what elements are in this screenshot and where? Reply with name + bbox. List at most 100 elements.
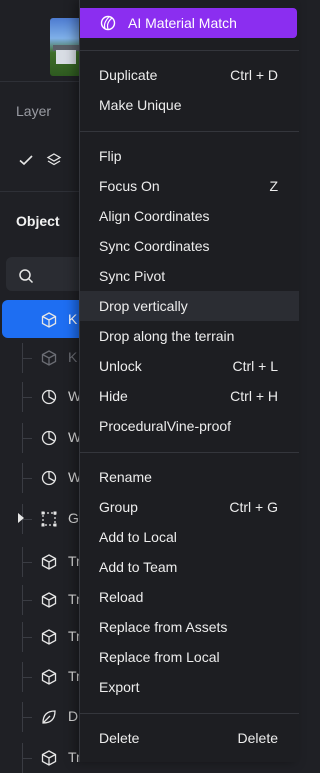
context-menu: AI Material Match Duplicate Ctrl + D Make … xyxy=(79,0,299,762)
tree-row[interactable]: Tr xyxy=(0,585,81,615)
tree-guide xyxy=(22,438,32,439)
tree-guide xyxy=(22,637,32,638)
pie-icon xyxy=(41,389,57,405)
tree-guide xyxy=(22,397,32,398)
tree-row[interactable]: Tr xyxy=(0,547,81,577)
menu-item-label: Drop vertically xyxy=(99,298,188,314)
tree-row-label: K xyxy=(68,349,78,365)
menu-separator xyxy=(80,131,299,132)
tree-guide xyxy=(22,758,32,759)
scene-thumbnail[interactable] xyxy=(50,18,82,76)
cube-icon xyxy=(41,554,57,570)
menu-item-replace-from-local[interactable]: Replace from Local xyxy=(80,642,299,672)
ai-material-match-button[interactable]: AI Material Match xyxy=(80,8,297,38)
menu-item-shortcut: Delete xyxy=(237,730,278,746)
tree-guide xyxy=(22,717,32,718)
menu-item-delete[interactable]: Delete Delete xyxy=(80,723,299,753)
tree-guide xyxy=(22,358,32,359)
menu-separator xyxy=(80,713,299,714)
menu-item-shortcut: Ctrl + L xyxy=(232,358,278,374)
menu-item-label: Group xyxy=(99,499,138,515)
menu-item-label: Export xyxy=(99,679,140,695)
cube-icon xyxy=(41,350,57,366)
menu-item-add-to-local[interactable]: Add to Local xyxy=(80,522,299,552)
menu-item-label: Delete xyxy=(99,730,140,746)
menu-item-label: Make Unique xyxy=(99,97,182,113)
divider xyxy=(0,81,80,82)
expand-arrow-icon[interactable] xyxy=(18,513,24,523)
menu-separator xyxy=(80,452,299,453)
tree-row[interactable]: W xyxy=(0,463,81,493)
menu-item-label: Sync Coordinates xyxy=(99,238,210,254)
menu-item-shortcut: Ctrl + H xyxy=(230,388,278,404)
menu-item-reload[interactable]: Reload xyxy=(80,582,299,612)
pie-icon xyxy=(41,430,57,446)
tree-row[interactable]: K xyxy=(0,343,80,373)
tree-row[interactable]: D xyxy=(0,702,80,732)
tree-row[interactable]: Tr xyxy=(0,743,81,773)
menu-item-drop-vertically[interactable]: Drop vertically xyxy=(80,291,299,321)
menu-item-label: Duplicate xyxy=(99,67,158,83)
tree-guide xyxy=(22,478,32,479)
tree-row[interactable]: K xyxy=(0,305,80,335)
check-icon[interactable] xyxy=(18,152,34,168)
menu-item-label: Align Coordinates xyxy=(99,208,210,224)
menu-item-sync-pivot[interactable]: Sync Pivot xyxy=(80,261,299,291)
layer-section-title: Layer xyxy=(16,103,52,119)
cube-icon xyxy=(41,312,57,328)
menu-item-export[interactable]: Export xyxy=(80,672,299,702)
menu-item-label: Drop along the terrain xyxy=(99,328,235,344)
menu-item-shortcut: Ctrl + D xyxy=(230,67,278,83)
menu-item-label: Sync Pivot xyxy=(99,268,166,284)
tree-guide xyxy=(22,562,32,563)
tree-row[interactable]: Tr xyxy=(0,622,81,652)
cube-icon xyxy=(41,592,57,608)
menu-item-shortcut: Ctrl + G xyxy=(229,499,278,515)
menu-item-label: Focus On xyxy=(99,178,160,194)
group-icon xyxy=(41,511,57,527)
menu-item-unlock[interactable]: Unlock Ctrl + L xyxy=(80,351,299,381)
menu-item-replace-from-assets[interactable]: Replace from Assets xyxy=(80,612,299,642)
cube-icon xyxy=(41,629,57,645)
menu-item-flip[interactable]: Flip xyxy=(80,141,299,171)
menu-item-hide[interactable]: Hide Ctrl + H xyxy=(80,381,299,411)
menu-item-label: Add to Team xyxy=(99,559,178,575)
menu-item-group[interactable]: Group Ctrl + G xyxy=(80,492,299,522)
menu-item-shortcut: Z xyxy=(269,178,278,194)
tree-row-label: K xyxy=(68,311,78,327)
menu-item-make-unique[interactable]: Make Unique xyxy=(80,90,299,120)
menu-item-proceduralvine-proof[interactable]: ProceduralVine-proof xyxy=(80,411,299,441)
menu-item-sync-coordinates[interactable]: Sync Coordinates xyxy=(80,231,299,261)
menu-item-add-to-team[interactable]: Add to Team xyxy=(80,552,299,582)
search-icon xyxy=(19,269,34,284)
menu-item-rename[interactable]: Rename xyxy=(80,462,299,492)
menu-item-label: Add to Local xyxy=(99,529,177,545)
divider xyxy=(0,191,80,192)
tree-guide xyxy=(22,600,32,601)
menu-item-label: Hide xyxy=(99,388,128,404)
tree-guide xyxy=(22,677,32,678)
menu-item-align-coordinates[interactable]: Align Coordinates xyxy=(80,201,299,231)
ai-sphere-icon xyxy=(100,15,116,31)
cube-icon xyxy=(41,669,57,685)
tree-row[interactable]: Tr xyxy=(0,662,81,692)
ai-material-match-label: AI Material Match xyxy=(128,15,237,31)
tree-row-label: D xyxy=(68,708,79,724)
pie-icon xyxy=(41,470,57,486)
leaf-icon xyxy=(42,710,56,724)
tree-row-label: G xyxy=(68,510,79,526)
cube-icon xyxy=(41,750,57,766)
menu-item-label: Rename xyxy=(99,469,152,485)
menu-item-drop-along-the-terrain[interactable]: Drop along the terrain xyxy=(80,321,299,351)
layers-icon[interactable] xyxy=(46,152,62,168)
menu-item-label: Flip xyxy=(99,148,122,164)
tree-row[interactable]: G xyxy=(0,504,80,534)
menu-item-duplicate[interactable]: Duplicate Ctrl + D xyxy=(80,60,299,90)
menu-item-label: ProceduralVine-proof xyxy=(99,418,232,434)
tree-row[interactable]: W xyxy=(0,423,81,453)
menu-item-label: Reload xyxy=(99,589,144,605)
menu-item-label: Replace from Local xyxy=(99,649,220,665)
menu-separator xyxy=(80,50,299,51)
menu-item-focus-on[interactable]: Focus On Z xyxy=(80,171,299,201)
tree-row[interactable]: W xyxy=(0,382,81,412)
